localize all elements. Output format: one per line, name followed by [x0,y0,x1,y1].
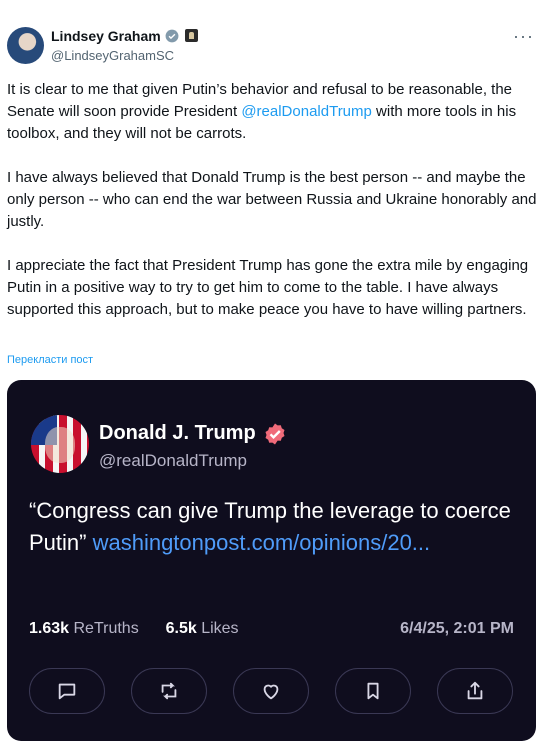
embedded-truth-card[interactable]: Donald J. Trump @realDonaldTrump “Congre… [7,380,536,741]
card-avatar [31,415,89,473]
likes-count: 6.5k [165,620,197,637]
mention-link[interactable]: @realDonaldTrump [241,103,372,120]
retruths-count: 1.63k [29,620,70,637]
translate-post-link[interactable]: Перекласти пост [7,354,93,366]
more-options-icon[interactable]: ··· [513,26,534,47]
retruth-icon [161,682,177,700]
reply-icon [58,683,76,700]
likes-label: Likes [201,620,239,637]
bookmark-button[interactable] [335,668,411,714]
card-author-handle: @realDonaldTrump [99,451,247,470]
tweet-paragraph-2: I have always believed that Donald Trump… [7,169,537,230]
share-icon [467,681,483,700]
card-stats: 1.63k ReTruths 6.5k Likes [29,620,239,638]
verified-badge-icon [165,29,179,43]
author-handle[interactable]: @LindseyGrahamSC [51,48,174,63]
reply-button[interactable] [29,668,105,714]
affiliation-badge-icon[interactable] [185,29,198,42]
share-button[interactable] [437,668,513,714]
tweet: Lindsey Graham @LindseyGrahamSC ··· It i… [0,0,546,745]
card-url-link[interactable]: washingtonpost.com/opinions/20... [93,530,431,555]
tweet-paragraph-1: It is clear to me that given Putin’s beh… [7,79,537,145]
tweet-paragraph-3: I appreciate the fact that President Tru… [7,257,529,318]
author-name[interactable]: Lindsey Graham [51,28,161,44]
like-icon [263,684,279,700]
avatar[interactable] [7,27,44,64]
bookmark-icon [367,682,379,700]
verified-badge-icon [265,423,285,445]
card-post-text: “Congress can give Trump the leverage to… [29,495,519,559]
tweet-text: It is clear to me that given Putin’s beh… [7,79,537,343]
retruth-button[interactable] [131,668,207,714]
card-date: 6/4/25, 2:01 PM [400,620,514,637]
like-button[interactable] [233,668,309,714]
card-author-name: Donald J. Trump [99,422,256,444]
retruths-label: ReTruths [73,620,139,637]
